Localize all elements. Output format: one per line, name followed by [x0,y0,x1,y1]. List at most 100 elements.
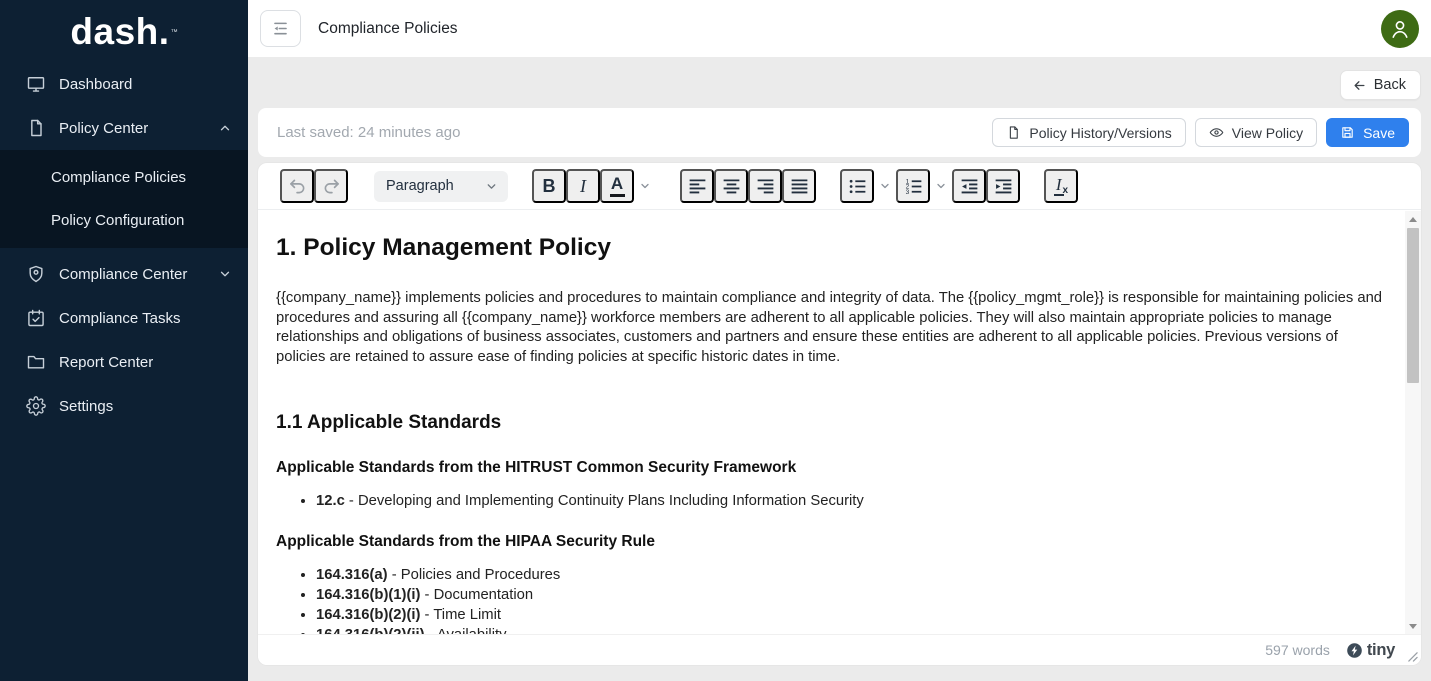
save-button[interactable]: Save [1326,118,1409,147]
content-region: Back Last saved: 24 minutes ago Policy H… [248,57,1431,681]
text-color-chevron[interactable] [634,169,656,203]
view-policy-button[interactable]: View Policy [1195,118,1317,147]
back-button-label: Back [1374,77,1406,93]
editor-content-area[interactable]: 1. Policy Management Policy {{company_na… [258,211,1421,634]
top-header: Compliance Policies [248,0,1431,57]
standard-desc: - Documentation [420,587,533,603]
calendar-check-icon [26,308,46,328]
sidebar-item-policy-configuration[interactable]: Policy Configuration [0,199,248,242]
italic-icon: I [580,176,586,197]
sidebar-item-label: Compliance Tasks [59,310,232,327]
standard-code: 164.316(b)(2)(i) [316,607,420,623]
sidebar-item-settings[interactable]: Settings [0,384,248,428]
arrow-left-icon [1352,78,1367,93]
doc-intro-paragraph: {{company_name}} implements policies and… [276,289,1391,367]
sidebar-item-compliance-policies[interactable]: Compliance Policies [0,156,248,199]
word-count[interactable]: 597 words [1265,642,1330,658]
save-bar: Last saved: 24 minutes ago Policy Histor… [258,108,1421,157]
chevron-up-icon [218,121,232,135]
doc-section-title: 1.1 Applicable Standards [276,411,1391,434]
sidebar-item-policy-center[interactable]: Policy Center [0,106,248,150]
doc-title: 1. Policy Management Policy [276,233,1391,263]
align-right-icon [755,176,776,197]
scroll-down-arrow-icon[interactable] [1405,618,1421,634]
sidebar-collapse-icon [271,19,290,38]
save-icon [1340,125,1355,140]
undo-icon [287,176,308,197]
justify-button[interactable] [782,169,816,203]
standard-desc: - Time Limit [420,607,501,623]
chevron-down-icon [218,267,232,281]
resize-handle-icon[interactable] [1407,651,1418,662]
list-item: 12.c - Developing and Implementing Conti… [316,491,1391,511]
bullet-list-chevron[interactable] [874,169,896,203]
indent-icon [993,176,1014,197]
sidebar-item-report-center[interactable]: Report Center [0,340,248,384]
align-left-button[interactable] [680,169,714,203]
align-right-button[interactable] [748,169,782,203]
justify-icon [789,176,810,197]
document-icon [26,118,46,138]
hipaa-heading: Applicable Standards from the HIPAA Secu… [276,532,1391,551]
bold-icon: B [543,176,556,197]
chevron-down-icon [485,180,498,193]
align-center-button[interactable] [714,169,748,203]
standard-code: 164.316(b)(1)(i) [316,587,420,603]
page-title: Compliance Policies [318,20,458,38]
user-icon [1387,16,1413,42]
redo-button[interactable] [314,169,348,203]
outdent-button[interactable] [952,169,986,203]
numbered-list-icon: 123 [903,176,924,197]
vertical-scrollbar[interactable] [1405,211,1421,634]
logo: dash.™ [0,0,248,60]
remove-format-icon: Ix [1054,176,1068,196]
text-color-icon: A [610,175,625,197]
back-button[interactable]: Back [1340,70,1421,100]
sidebar-item-label: Policy Center [59,120,218,137]
undo-button[interactable] [280,169,314,203]
standard-code: 164.316(a) [316,567,388,583]
rich-text-editor: Paragraph B I A [258,163,1421,665]
remove-format-button[interactable]: Ix [1044,169,1078,203]
editor-toolbar: Paragraph B I A [258,163,1421,210]
align-left-icon [687,176,708,197]
user-avatar[interactable] [1381,10,1419,48]
numbered-list-chevron[interactable] [930,169,952,203]
indent-button[interactable] [986,169,1020,203]
eye-icon [1209,125,1224,140]
shield-icon [26,264,46,284]
sidebar-item-label: Compliance Center [59,266,218,283]
sidebar-item-compliance-center[interactable]: Compliance Center [0,252,248,296]
scrollbar-thumb[interactable] [1407,228,1419,383]
standard-desc: - Developing and Implementing Continuity… [345,493,864,509]
submenu-item-label: Compliance Policies [51,169,186,186]
last-saved-text: Last saved: 24 minutes ago [277,124,992,141]
hipaa-list: 164.316(a) - Policies and Procedures 164… [276,565,1391,634]
bold-button[interactable]: B [532,169,566,203]
paragraph-format-select[interactable]: Paragraph [374,171,508,202]
folder-icon [26,352,46,372]
bullet-list-button[interactable] [840,169,874,203]
standard-code: 12.c [316,493,345,509]
hitrust-list: 12.c - Developing and Implementing Conti… [276,491,1391,511]
standard-desc: - Policies and Procedures [388,567,561,583]
text-color-button[interactable]: A [600,169,634,203]
numbered-list-button[interactable]: 123 [896,169,930,203]
list-item: 164.316(b)(1)(i) - Documentation [316,585,1391,605]
italic-button[interactable]: I [566,169,600,203]
sidebar: dash.™ Dashboard Policy Center [0,0,248,681]
sidebar-item-dashboard[interactable]: Dashboard [0,62,248,106]
submenu-item-label: Policy Configuration [51,212,184,229]
policy-history-button[interactable]: Policy History/Versions [992,118,1185,147]
tiny-brand[interactable]: tiny [1346,641,1395,660]
sidebar-nav: Dashboard Policy Center Compliance Polic… [0,62,248,428]
scroll-up-arrow-icon[interactable] [1405,211,1421,227]
view-policy-label: View Policy [1232,125,1303,141]
policy-document[interactable]: 1. Policy Management Policy {{company_na… [258,211,1405,634]
list-item: 164.316(a) - Policies and Procedures [316,565,1391,585]
logo-trademark: ™ [171,29,178,36]
gear-icon [26,396,46,416]
sidebar-toggle-button[interactable] [260,10,301,47]
editor-statusbar: 597 words tiny [258,634,1421,665]
sidebar-item-compliance-tasks[interactable]: Compliance Tasks [0,296,248,340]
